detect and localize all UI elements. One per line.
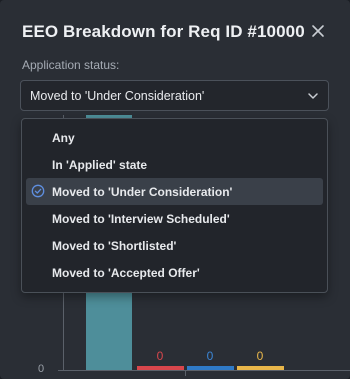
option-label: Moved to 'Accepted Offer': [52, 266, 200, 280]
option-shortlisted[interactable]: Moved to 'Shortlisted': [26, 232, 323, 259]
option-label: Moved to 'Interview Scheduled': [52, 212, 230, 226]
option-under-consideration[interactable]: Moved to 'Under Consideration': [26, 178, 323, 205]
option-any[interactable]: Any: [26, 124, 323, 151]
bar-label-3: 0: [206, 349, 214, 363]
chevron-down-icon: [308, 93, 318, 99]
application-status-dropdown: Any In 'Applied' state Moved to 'Under C…: [21, 118, 328, 293]
select-value: Moved to 'Under Consideration': [30, 89, 205, 103]
bar-group-2: [137, 366, 184, 370]
check-circle-icon: [31, 184, 45, 198]
option-label: Any: [52, 131, 75, 145]
x-tick: [185, 371, 186, 376]
bar-label-2: 0: [156, 349, 164, 363]
x-axis: [63, 370, 350, 371]
option-interview-scheduled[interactable]: Moved to 'Interview Scheduled': [26, 205, 323, 232]
y-tick-label: 0: [38, 363, 45, 375]
bar-label-4: 0: [256, 349, 264, 363]
eeo-breakdown-modal: 0 0 0 0 EEO Breakdown for Req ID #10000 …: [0, 0, 350, 379]
application-status-label: Application status:: [22, 58, 120, 72]
bar-group-3: [187, 366, 234, 370]
application-status-select[interactable]: Moved to 'Under Consideration': [20, 80, 329, 111]
close-icon[interactable]: [309, 22, 327, 40]
option-accepted-offer[interactable]: Moved to 'Accepted Offer': [26, 259, 323, 286]
bar-group-4: [237, 366, 284, 370]
option-label: In 'Applied' state: [52, 158, 148, 172]
modal-title: EEO Breakdown for Req ID #10000: [22, 22, 305, 41]
option-label: Moved to 'Under Consideration': [52, 185, 233, 199]
y-tick: [58, 370, 63, 371]
option-label: Moved to 'Shortlisted': [52, 239, 177, 253]
option-applied[interactable]: In 'Applied' state: [26, 151, 323, 178]
